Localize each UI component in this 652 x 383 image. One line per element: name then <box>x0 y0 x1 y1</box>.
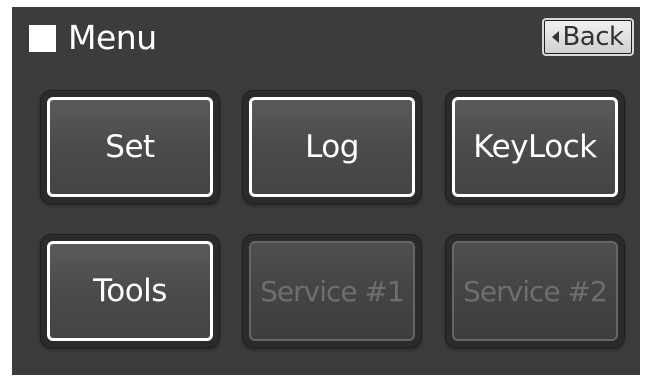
tile-tools-frame: Tools <box>41 235 219 347</box>
set-button-label: Set <box>105 129 155 165</box>
service-2-button: Service #2 <box>452 241 618 341</box>
keylock-button-label: KeyLock <box>473 129 597 165</box>
back-button-label: Back <box>562 22 624 52</box>
tile-service2-frame: Service #2 <box>446 235 624 347</box>
tile-keylock-frame: KeyLock <box>446 91 624 203</box>
menu-screen: Menu Back Set Log KeyLock Tools Service … <box>12 7 640 375</box>
service-2-button-label: Service #2 <box>463 274 608 308</box>
service-1-button: Service #1 <box>249 241 415 341</box>
back-button[interactable]: Back <box>542 18 634 56</box>
service-1-button-label: Service #1 <box>260 274 405 308</box>
log-button[interactable]: Log <box>249 97 415 197</box>
back-arrow-icon <box>552 31 560 43</box>
menu-square-icon <box>29 25 56 52</box>
set-button[interactable]: Set <box>47 97 213 197</box>
tile-service1-frame: Service #1 <box>243 235 421 347</box>
page-title: Menu <box>68 18 157 57</box>
tile-log-frame: Log <box>243 91 421 203</box>
tools-button-label: Tools <box>93 273 167 309</box>
log-button-label: Log <box>305 129 359 165</box>
keylock-button[interactable]: KeyLock <box>452 97 618 197</box>
tools-button[interactable]: Tools <box>47 241 213 341</box>
tile-set-frame: Set <box>41 91 219 203</box>
